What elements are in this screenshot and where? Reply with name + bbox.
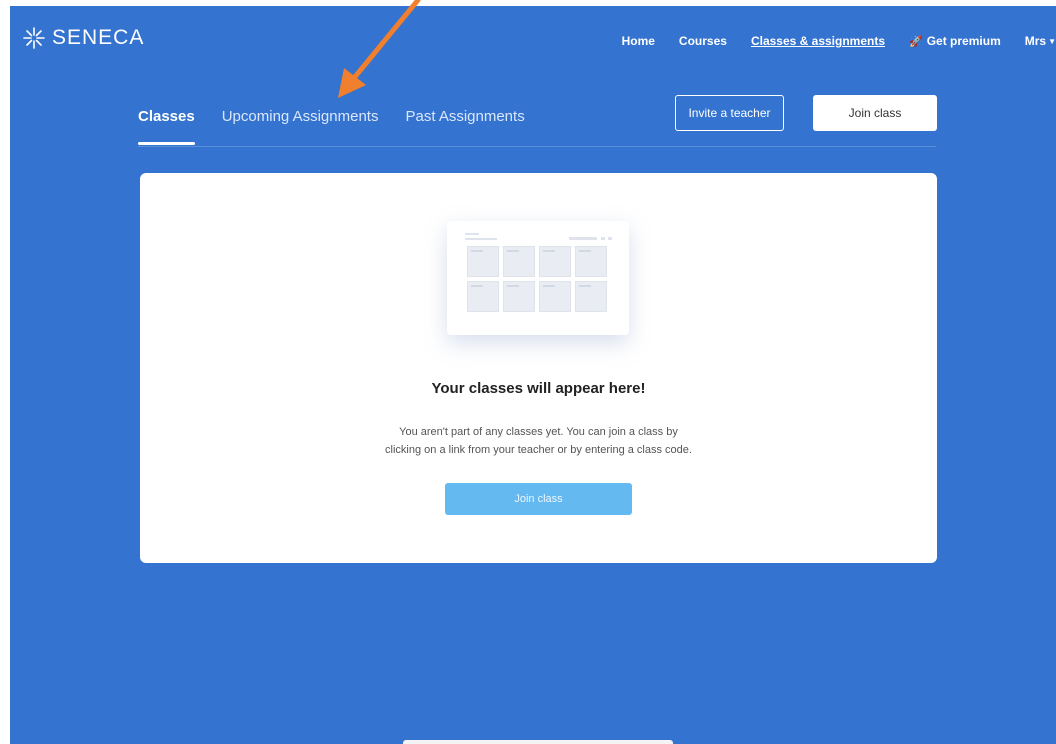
user-name: Mrs bbox=[1024, 34, 1047, 48]
nav-home[interactable]: Home bbox=[622, 34, 655, 48]
nav-get-premium[interactable]: 🚀 Get premium bbox=[909, 34, 1001, 48]
rocket-icon: 🚀 bbox=[909, 35, 923, 48]
classes-empty-card: Your classes will appear here! You aren'… bbox=[140, 173, 937, 563]
top-nav: Home Courses Classes & assignments 🚀 Get… bbox=[598, 34, 1056, 48]
nav-classes-assignments[interactable]: Classes & assignments bbox=[751, 34, 885, 48]
nav-premium-label: Get premium bbox=[926, 34, 1001, 48]
empty-state-line-2: clicking on a link from your teacher or … bbox=[385, 444, 692, 456]
bottom-scroll-bar bbox=[403, 740, 673, 744]
tab-past-assignments[interactable]: Past Assignments bbox=[405, 108, 524, 145]
tab-divider bbox=[138, 146, 936, 147]
seneca-logo[interactable]: SENECA bbox=[22, 26, 144, 50]
seneca-star-icon bbox=[23, 27, 45, 49]
user-menu[interactable]: Mrs ▼ bbox=[1025, 34, 1056, 48]
empty-classes-illustration bbox=[447, 221, 629, 335]
empty-state-description: You aren't part of any classes yet. You … bbox=[140, 423, 937, 459]
tab-classes[interactable]: Classes bbox=[138, 108, 195, 145]
card-join-class-button[interactable]: Join class bbox=[445, 483, 632, 515]
tab-upcoming-assignments[interactable]: Upcoming Assignments bbox=[222, 108, 379, 145]
brand-name: SENECA bbox=[52, 26, 145, 49]
invite-teacher-button[interactable]: Invite a teacher bbox=[675, 95, 784, 131]
nav-courses[interactable]: Courses bbox=[679, 34, 727, 48]
empty-state-line-1: You aren't part of any classes yet. You … bbox=[399, 426, 678, 438]
app-window: SENECA Home Courses Classes & assignment… bbox=[10, 6, 1056, 744]
join-class-button[interactable]: Join class bbox=[813, 95, 937, 131]
tab-bar: Classes Upcoming Assignments Past Assign… bbox=[138, 108, 552, 145]
caret-down-icon: ▼ bbox=[1048, 36, 1056, 46]
empty-state-title: Your classes will appear here! bbox=[431, 380, 646, 397]
